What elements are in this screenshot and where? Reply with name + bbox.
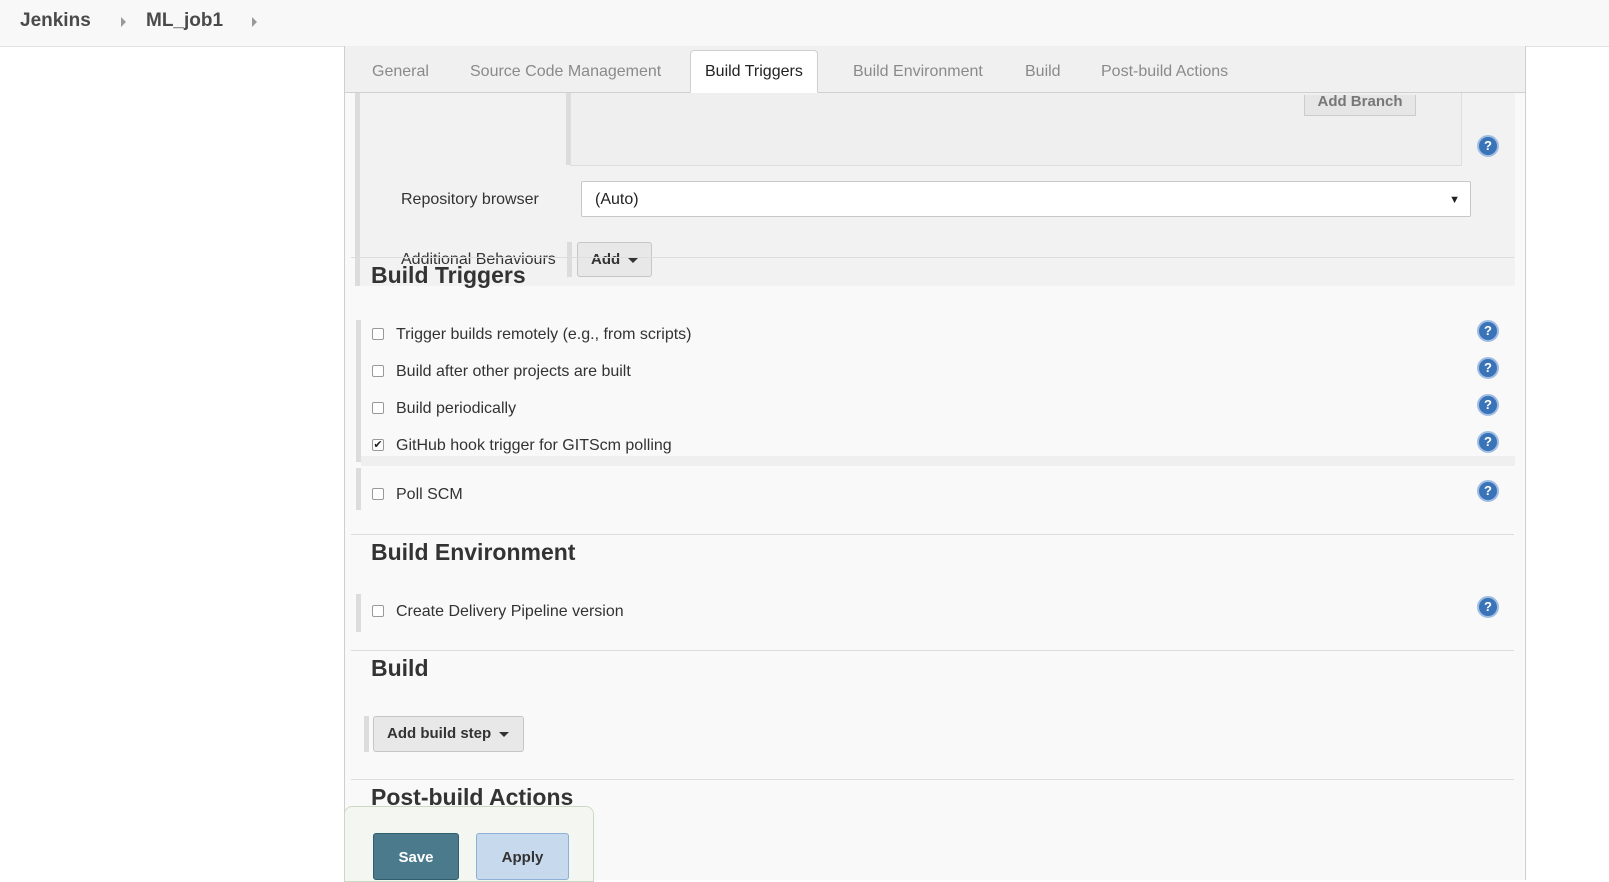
help-icon[interactable]: ?: [1477, 135, 1499, 157]
caret-down-icon: [499, 731, 510, 737]
help-icon[interactable]: ?: [1477, 431, 1499, 453]
repository-browser-value: (Auto): [595, 191, 639, 208]
help-icon[interactable]: ?: [1477, 596, 1499, 618]
nesting-bar: [364, 716, 369, 752]
build-periodically-checkbox[interactable]: [372, 402, 384, 414]
poll-scm-label: Poll SCM: [396, 486, 463, 503]
trigger-remote-label: Trigger builds remotely (e.g., from scri…: [396, 326, 692, 343]
repository-browser-label: Repository browser: [401, 191, 539, 208]
breadcrumb: Jenkins ML_job1: [0, 0, 1609, 47]
build-triggers-title: Build Triggers: [371, 262, 526, 288]
tab-build-triggers[interactable]: Build Triggers: [690, 50, 818, 93]
branch-box: Add Branch: [570, 93, 1462, 166]
help-icon[interactable]: ?: [1477, 357, 1499, 379]
nesting-bar: [356, 320, 361, 462]
add-behaviour-label: Add: [591, 251, 621, 268]
breadcrumb-job[interactable]: ML_job1: [146, 10, 223, 32]
divider: [351, 257, 1514, 258]
tab-build-environment[interactable]: Build Environment: [853, 63, 983, 81]
breadcrumb-jenkins[interactable]: Jenkins: [20, 10, 91, 32]
repository-browser-select[interactable]: (Auto) ▼: [581, 181, 1471, 217]
github-hook-checkbox[interactable]: ✔: [372, 439, 384, 451]
breadcrumb-chevron-icon[interactable]: [121, 17, 126, 27]
section-tabs: General Source Code Management Build Tri…: [345, 46, 1525, 93]
breadcrumb-chevron-icon[interactable]: [252, 17, 257, 27]
build-title: Build: [371, 655, 429, 681]
row-separator: [361, 456, 1515, 466]
divider: [351, 534, 1514, 535]
tab-post-build-actions[interactable]: Post-build Actions: [1101, 63, 1228, 81]
poll-scm-checkbox[interactable]: [372, 488, 384, 500]
build-after-other-label: Build after other projects are built: [396, 363, 631, 380]
add-build-step-label: Add build step: [387, 725, 492, 742]
add-behaviour-button[interactable]: Add: [577, 242, 652, 277]
save-button[interactable]: Save: [373, 833, 459, 880]
tab-source-code-management[interactable]: Source Code Management: [470, 63, 661, 81]
help-icon[interactable]: ?: [1477, 480, 1499, 502]
help-icon[interactable]: ?: [1477, 320, 1499, 342]
add-branch-button[interactable]: Add Branch: [1304, 95, 1416, 116]
apply-button[interactable]: Apply: [476, 833, 569, 880]
tab-build[interactable]: Build: [1025, 63, 1061, 81]
help-icon[interactable]: ?: [1477, 394, 1499, 416]
delivery-pipeline-label: Create Delivery Pipeline version: [396, 603, 624, 620]
nesting-bar: [356, 468, 361, 510]
trigger-remote-checkbox[interactable]: [372, 328, 384, 340]
build-environment-title: Build Environment: [371, 539, 576, 565]
nesting-bar: [356, 594, 361, 632]
github-hook-label: GitHub hook trigger for GITScm polling: [396, 437, 672, 454]
delivery-pipeline-checkbox[interactable]: [372, 605, 384, 617]
add-build-step-button[interactable]: Add build step: [373, 716, 524, 752]
tab-general[interactable]: General: [372, 63, 429, 81]
divider: [351, 650, 1514, 651]
chevron-down-icon: ▼: [1449, 194, 1460, 206]
build-periodically-label: Build periodically: [396, 400, 517, 417]
divider: [351, 779, 1514, 780]
build-after-other-checkbox[interactable]: [372, 365, 384, 377]
config-panel: General Source Code Management Build Tri…: [344, 46, 1526, 880]
caret-down-icon: [628, 257, 639, 263]
nesting-bar: [567, 242, 572, 277]
